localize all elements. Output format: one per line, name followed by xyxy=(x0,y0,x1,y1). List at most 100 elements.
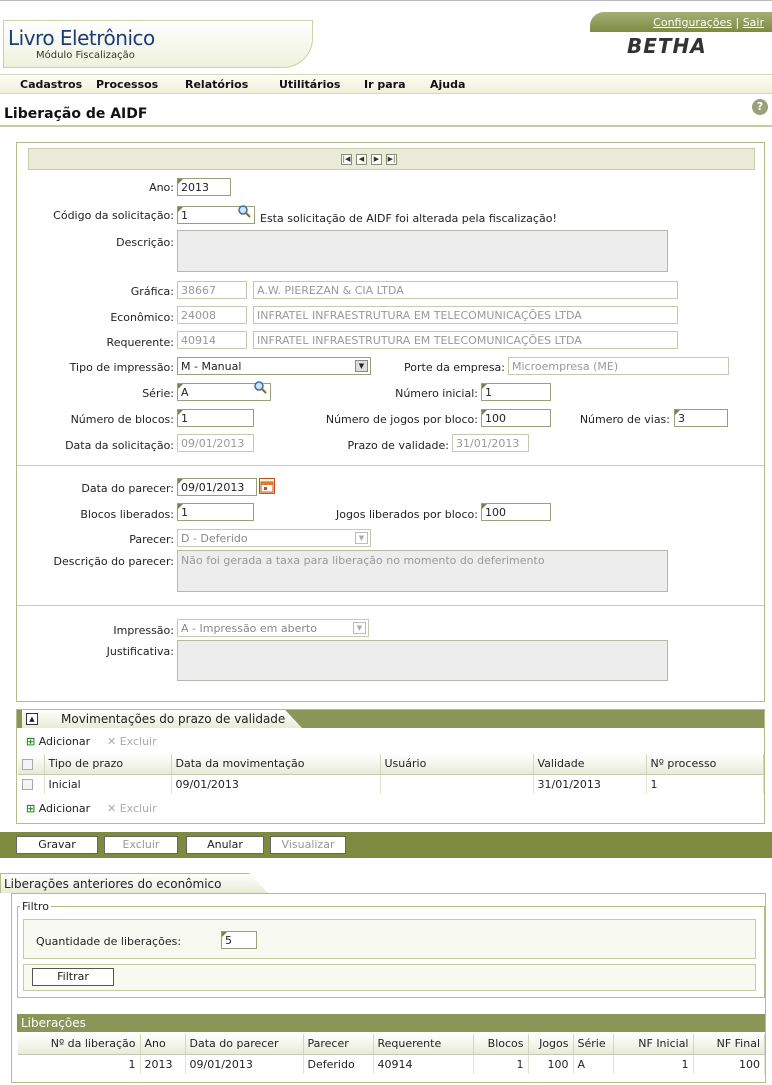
prazo-validade-input[interactable]: 31/01/2013 xyxy=(452,434,529,452)
cell-nf-inicial: 1 xyxy=(613,1054,694,1074)
serie-search-icon[interactable] xyxy=(253,380,267,394)
select-all-checkbox[interactable] xyxy=(22,758,33,770)
justificativa-label: Justificativa: xyxy=(106,645,174,658)
col-jogos[interactable]: Jogos xyxy=(528,1034,574,1055)
numero-vias-input[interactable]: 3 xyxy=(674,409,728,427)
gravar-button[interactable]: Gravar xyxy=(16,836,98,854)
calendar-icon[interactable] xyxy=(259,478,275,494)
data-parecer-input[interactable]: 09/01/2013 xyxy=(177,478,257,496)
requerente-name-input[interactable]: INFRATEL INFRAESTRUTURA EM TELECOMUNICAÇ… xyxy=(253,331,678,349)
ano-input[interactable]: 2013 xyxy=(177,178,231,196)
impressao-select[interactable]: A - Impressão em aberto ▼ xyxy=(177,619,369,637)
cell-blocos: 1 xyxy=(473,1054,529,1074)
col-validade[interactable]: Validade xyxy=(533,754,647,775)
exit-link[interactable]: Sair xyxy=(743,16,764,29)
chevron-down-icon: ▼ xyxy=(353,622,366,634)
cell-data-parecer: 09/01/2013 xyxy=(185,1054,304,1074)
cell-nf-final: 100 xyxy=(693,1054,765,1074)
app-subtitle: Módulo Fiscalização xyxy=(36,50,135,61)
delete-label: Excluir xyxy=(119,802,157,815)
tipo-impressao-select[interactable]: M - Manual ▼ xyxy=(177,357,371,375)
table-row[interactable]: Inicial 09/01/2013 31/01/2013 1 xyxy=(18,774,764,794)
prev-record-icon[interactable]: ◀ xyxy=(356,154,367,165)
parecer-value: D - Deferido xyxy=(181,532,248,545)
cell-tipo: Inicial xyxy=(44,774,172,794)
grafica-name-input[interactable]: A.W. PIEREZAN & CIA LTDA xyxy=(253,281,678,299)
divider xyxy=(17,465,764,466)
parecer-select[interactable]: D - Deferido ▼ xyxy=(177,529,371,547)
menu-ir-para[interactable]: Ir para xyxy=(364,78,406,91)
add-movimentacao-button-bottom[interactable]: ⊞ Adicionar xyxy=(26,802,90,815)
menu-relatorios[interactable]: Relatórios xyxy=(185,78,248,91)
col-ano[interactable]: Ano xyxy=(140,1034,186,1055)
delete-icon: ✕ xyxy=(107,735,117,748)
col-usuario[interactable]: Usuário xyxy=(380,754,534,775)
menu-ajuda[interactable]: Ajuda xyxy=(430,78,465,91)
jogos-por-bloco-label: Número de jogos por bloco: xyxy=(325,413,478,426)
col-nf-inicial[interactable]: NF Inicial xyxy=(613,1034,694,1055)
movimentacoes-table: Tipo de prazo Data da movimentação Usuár… xyxy=(18,754,764,794)
menu-processos[interactable]: Processos xyxy=(96,78,158,91)
economico-code-input[interactable]: 24008 xyxy=(177,306,247,324)
col-tipo-prazo[interactable]: Tipo de prazo xyxy=(44,754,172,775)
codigo-label: Código da solicitação: xyxy=(53,209,174,222)
excluir-button[interactable]: Excluir xyxy=(104,836,178,854)
col-requerente[interactable]: Requerente xyxy=(373,1034,474,1055)
economico-name-input[interactable]: INFRATEL INFRAESTRUTURA EM TELECOMUNICAÇ… xyxy=(253,306,678,324)
cell-requerente: 40914 xyxy=(373,1054,474,1074)
tipo-impressao-label: Tipo de impressão: xyxy=(69,361,174,374)
chevron-down-icon: ▼ xyxy=(355,360,368,372)
ano-label: Ano: xyxy=(149,181,174,194)
impressao-value: A - Impressão em aberto xyxy=(181,622,317,635)
col-parecer[interactable]: Parecer xyxy=(303,1034,374,1055)
filtrar-button[interactable]: Filtrar xyxy=(32,968,114,986)
delete-movimentacao-button-bottom[interactable]: ✕ Excluir xyxy=(107,802,157,815)
menu-utilitarios[interactable]: Utilitários xyxy=(279,78,340,91)
blocos-liberados-input[interactable]: 1 xyxy=(177,503,254,521)
grafica-code-input[interactable]: 38667 xyxy=(177,281,247,299)
cell-data: 09/01/2013 xyxy=(171,774,381,794)
col-processo[interactable]: Nº processo xyxy=(646,754,764,775)
cell-parecer: Deferido xyxy=(303,1054,374,1074)
col-data-parecer[interactable]: Data do parecer xyxy=(185,1034,304,1055)
add-movimentacao-button[interactable]: ⊞ Adicionar xyxy=(26,735,90,748)
last-record-icon[interactable]: ▶| xyxy=(386,154,397,165)
descricao-parecer-textarea[interactable]: Não foi gerada a taxa para liberação no … xyxy=(177,550,668,592)
menu-bar: Cadastros Processos Relatórios Utilitári… xyxy=(0,74,772,94)
col-num-liberacao[interactable]: Nº da liberação xyxy=(18,1034,141,1055)
cell-processo: 1 xyxy=(646,774,764,794)
col-serie[interactable]: Série xyxy=(573,1034,614,1055)
descricao-textarea[interactable] xyxy=(177,230,668,272)
search-icon[interactable] xyxy=(237,204,251,218)
jogos-liberados-input[interactable]: 100 xyxy=(481,503,551,521)
help-icon[interactable]: ? xyxy=(752,99,768,115)
divider xyxy=(17,605,764,606)
economico-label: Econômico: xyxy=(110,311,174,324)
numero-blocos-input[interactable]: 1 xyxy=(177,409,254,427)
col-data-movimentacao[interactable]: Data da movimentação xyxy=(171,754,381,775)
data-solicitacao-input[interactable]: 09/01/2013 xyxy=(177,434,254,452)
descricao-label: Descrição: xyxy=(116,236,174,249)
menu-cadastros[interactable]: Cadastros xyxy=(20,78,82,91)
config-link[interactable]: Configurações xyxy=(653,16,732,29)
first-record-icon[interactable]: |◀ xyxy=(341,154,352,165)
jogos-por-bloco-input[interactable]: 100 xyxy=(481,409,551,427)
justificativa-textarea[interactable] xyxy=(177,640,668,681)
requerente-code-input[interactable]: 40914 xyxy=(177,331,247,349)
numero-inicial-input[interactable]: 1 xyxy=(481,383,551,401)
delete-movimentacao-button[interactable]: ✕ Excluir xyxy=(107,735,157,748)
quantidade-input[interactable]: 5 xyxy=(221,931,257,949)
collapse-icon[interactable]: ▲ xyxy=(26,713,38,725)
col-nf-final[interactable]: NF Final xyxy=(693,1034,765,1055)
blocos-liberados-label: Blocos liberados: xyxy=(80,508,174,521)
cell-jogos: 100 xyxy=(528,1054,574,1074)
data-parecer-label: Data do parecer: xyxy=(81,482,174,495)
anular-button[interactable]: Anular xyxy=(186,836,264,854)
visualizar-button[interactable]: Visualizar xyxy=(270,836,346,854)
porte-input[interactable]: Microempresa (ME) xyxy=(508,357,729,375)
row-checkbox[interactable] xyxy=(22,779,33,791)
next-record-icon[interactable]: ▶ xyxy=(371,154,382,165)
col-blocos[interactable]: Blocos xyxy=(473,1034,529,1055)
requerente-label: Requerente: xyxy=(106,336,174,349)
table-row[interactable]: 1 2013 09/01/2013 Deferido 40914 1 100 A… xyxy=(18,1054,765,1074)
